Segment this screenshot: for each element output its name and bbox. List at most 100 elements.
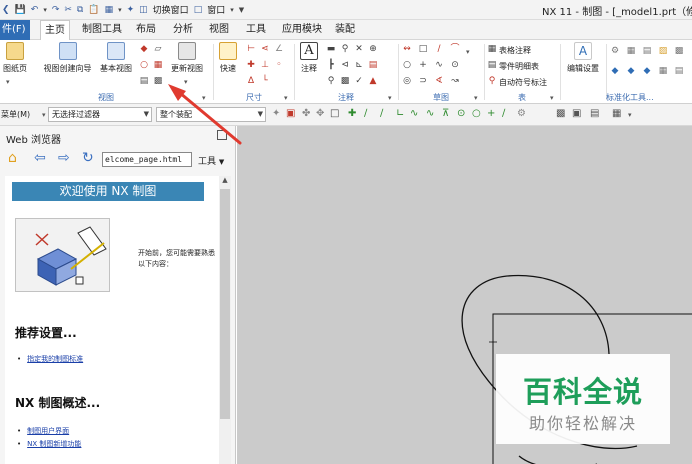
snap-settings-icon[interactable]: ⚙ (517, 109, 526, 119)
break-view-icon[interactable]: ▦ (153, 60, 163, 70)
circle-icon[interactable]: ○ (402, 60, 412, 70)
forward-arrow-icon[interactable]: ⇨ (58, 150, 70, 166)
detail-view-icon[interactable]: ○ (139, 60, 149, 70)
ordinate-dimension-icon[interactable]: └ (260, 76, 270, 86)
sketch-more-dropdown-icon[interactable]: ▾ (466, 48, 470, 56)
snap-midpoint-icon[interactable]: ∕ (364, 109, 367, 119)
save-icon[interactable]: 💾 (15, 5, 26, 15)
tools-menu-button[interactable]: 工具 ▼ (198, 154, 224, 167)
sketch-group-more-icon[interactable]: ▾ (474, 94, 478, 102)
link-drafting-ui[interactable]: 制图用户界面 (17, 426, 69, 436)
trim-icon[interactable]: ∢ (434, 76, 444, 86)
snap-quadrant-icon[interactable]: ∿ (426, 109, 434, 119)
copy-icon[interactable]: ⧉ (77, 5, 83, 15)
surface-finish-icon[interactable]: ⊲ (340, 60, 350, 70)
snap-center-icon[interactable]: ⊙ (457, 109, 465, 119)
datum-feature-icon[interactable]: ⚲ (340, 44, 350, 54)
std-tool-5-icon[interactable]: ▩ (674, 46, 684, 56)
image-icon[interactable]: ▩ (340, 76, 350, 86)
area-fill-icon[interactable]: ▲ (368, 76, 378, 86)
new-sheet-dropdown-icon[interactable]: ▾ (6, 78, 10, 86)
switch-window-icon[interactable]: ◫ (139, 5, 148, 15)
quick-dimension-button[interactable]: 快速 (216, 42, 240, 74)
selection-scope-select[interactable]: 整个装配 ▼ (156, 107, 266, 122)
std-tool-3-icon[interactable]: ▤ (642, 46, 652, 56)
perimeter-dimension-icon[interactable]: ∆ (246, 76, 256, 86)
rectangle-select-icon[interactable]: □ (330, 109, 339, 119)
parts-list-button[interactable]: 零件明细表 (499, 61, 539, 72)
view-wizard-button[interactable]: 视图创建向导 (40, 42, 95, 74)
std-tool-9-icon[interactable]: ▦ (658, 66, 668, 76)
annotation-group-more-icon[interactable]: ▾ (388, 94, 392, 102)
vertical-scrollbar[interactable]: ▲ (219, 176, 231, 464)
touch-mode-icon[interactable]: ✦ (127, 5, 135, 15)
url-field[interactable]: elcome_page.html (102, 152, 192, 167)
snap-existing-point-icon[interactable]: ⊼ (442, 109, 449, 119)
tab-layout[interactable]: 布局 (132, 20, 160, 40)
undo-dropdown-icon[interactable]: ▾ (43, 6, 47, 14)
redo-icon[interactable]: ↷ (52, 5, 60, 15)
view-orientation-icon[interactable]: ▩ (556, 109, 565, 119)
projected-view-icon[interactable]: ◆ (139, 44, 149, 54)
window-icon[interactable]: □ (194, 5, 203, 15)
conic-icon[interactable]: ⊃ (418, 76, 428, 86)
section-view-icon[interactable]: ▱ (153, 44, 163, 54)
table-note-button[interactable]: 表格注释 (499, 45, 531, 56)
repeat-command-icon[interactable]: ▦ (105, 5, 114, 15)
base-view-button[interactable]: 基本视图 (97, 42, 135, 74)
std-tool-4-icon[interactable]: ▨ (658, 46, 668, 56)
update-view-dropdown-icon[interactable]: ▾ (184, 78, 188, 86)
layer-settings-icon[interactable]: ▤ (590, 109, 599, 119)
snap-arc-center-icon[interactable]: ∿ (410, 109, 418, 119)
edit-settings-button[interactable]: A 编辑设置 (562, 42, 604, 74)
line-icon[interactable]: ∕ (434, 44, 444, 54)
arc-icon[interactable]: ⌒ (450, 44, 460, 54)
scroll-up-icon[interactable]: ▲ (219, 176, 231, 187)
refresh-icon[interactable]: ↻ (82, 150, 94, 166)
tab-file[interactable]: 件(F) (0, 20, 30, 40)
datum-target-icon[interactable]: ✕ (354, 44, 364, 54)
link-specify-standard[interactable]: 指定我的制图标准 (17, 354, 83, 364)
menu-button[interactable]: 菜单(M) (1, 109, 30, 120)
arc-length-dimension-icon[interactable]: ◦ (274, 60, 284, 70)
std-tool-7-icon[interactable]: ◆ (626, 66, 636, 76)
repeat-dropdown-icon[interactable]: ▾ (118, 6, 122, 14)
snap-perpendicular-icon[interactable]: ∕ (502, 109, 505, 119)
customize-qa-icon[interactable]: ▼ (239, 6, 244, 14)
tab-drafting-tools[interactable]: 制图工具 (78, 20, 126, 40)
ribbon-group-std-tools-label[interactable]: 标准化工具... (606, 92, 692, 103)
display-mode-icon[interactable]: ▣ (572, 109, 581, 119)
std-tool-10-icon[interactable]: ▤ (674, 66, 684, 76)
std-tool-8-icon[interactable]: ◆ (642, 66, 652, 76)
tab-assembly[interactable]: 装配 (331, 20, 359, 40)
toolbar-options-icon[interactable]: ▾ (628, 111, 632, 119)
view-group-more-icon[interactable]: ▾ (202, 94, 206, 102)
menu-dropdown-icon[interactable]: ▾ (42, 111, 46, 119)
paste-icon[interactable]: 📋 (88, 5, 99, 15)
dimension-group-more-icon[interactable]: ▾ (284, 94, 288, 102)
auto-balloon-button[interactable]: 自动符号标注 (499, 77, 547, 88)
back-icon[interactable]: ❮ (2, 5, 10, 15)
thickness-dimension-icon[interactable]: ⊥ (260, 60, 270, 70)
balloon-icon[interactable]: ✓ (354, 76, 364, 86)
chamfer-dimension-icon[interactable]: ✚ (246, 60, 256, 70)
pick-point-icon[interactable]: ✦ (272, 109, 280, 119)
deselect-icon[interactable]: ✤ (302, 109, 310, 119)
select-like-icon[interactable]: ✥ (316, 109, 324, 119)
scroll-thumb[interactable] (220, 189, 230, 419)
angular-dimension-icon[interactable]: ∠ (274, 44, 284, 54)
misc-tools-icon[interactable]: ▦ (612, 109, 621, 119)
select-all-icon[interactable]: ▣ (286, 109, 295, 119)
fillet-icon[interactable]: ⊙ (450, 60, 460, 70)
note-button[interactable]: A 注释 (296, 42, 322, 74)
back-arrow-icon[interactable]: ⇦ (34, 150, 46, 166)
tab-analysis[interactable]: 分析 (169, 20, 197, 40)
offset-curve-icon[interactable]: ↝ (450, 76, 460, 86)
std-tool-6-icon[interactable]: ◆ (610, 66, 620, 76)
link-whats-new[interactable]: NX 制图新增功能 (17, 439, 81, 449)
point-icon[interactable]: + (418, 60, 428, 70)
hatch-icon[interactable]: ▤ (368, 60, 378, 70)
view-from-sketch-icon[interactable]: ▤ (139, 76, 149, 86)
window-dropdown-icon[interactable]: ▾ (230, 6, 234, 14)
tab-view[interactable]: 视图 (205, 20, 233, 40)
